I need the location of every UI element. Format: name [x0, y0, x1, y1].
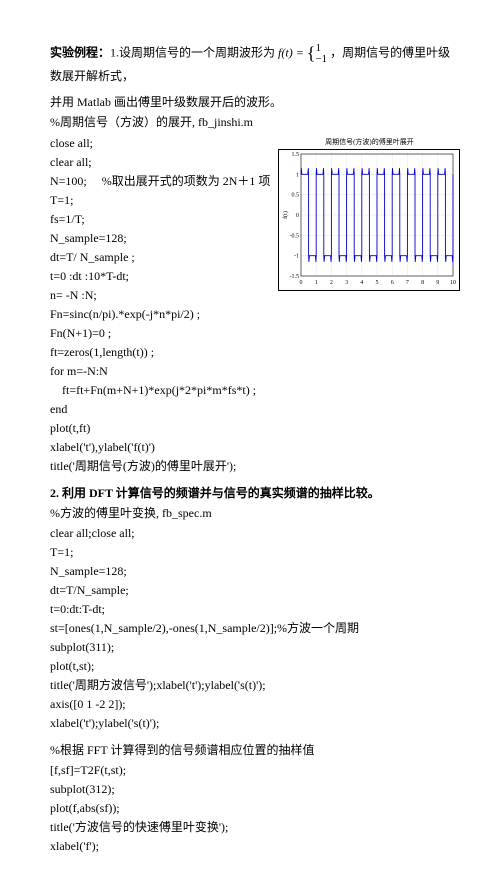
code-line: xlabel('f');	[50, 837, 454, 855]
code-line: dt=T/N_sample;	[50, 581, 454, 599]
code-line: xlabel('t'),ylabel('f(t)')	[50, 438, 270, 456]
code-line: n= -N :N;	[50, 286, 270, 304]
code-line: dt=T/ N_sample ;	[50, 248, 270, 266]
code-line: plot(t,ft)	[50, 419, 270, 437]
svg-text:3: 3	[346, 280, 349, 286]
code-line: ft=ft+Fn(m+N+1)*exp(j*2*pi*m*fs*t) ;	[50, 381, 270, 399]
svg-text:-0.5: -0.5	[290, 233, 300, 239]
svg-text:8: 8	[422, 280, 425, 286]
svg-text:-1.5: -1.5	[290, 274, 300, 280]
code-line: fs=1/T;	[50, 210, 270, 228]
code-line: t=0 :dt :10*T-dt;	[50, 267, 270, 285]
code-line: close all;	[50, 134, 270, 152]
brace-icon: {	[307, 40, 316, 67]
svg-text:2: 2	[330, 280, 333, 286]
code-line: clear all;close all;	[50, 524, 454, 542]
heading-label: 实验例程：	[50, 45, 110, 59]
section1-comment: %周期信号（方波）的展开, fb_jinshi.m	[50, 113, 454, 131]
code-line: st=[ones(1,N_sample/2),-ones(1,N_sample/…	[50, 619, 454, 637]
code-line: ft=zeros(1,length(t)) ;	[50, 343, 270, 361]
svg-text:1: 1	[296, 172, 299, 178]
svg-text:1.5: 1.5	[292, 152, 300, 158]
code-line: xlabel('t');ylabel('s(t)');	[50, 714, 454, 732]
code-line: N_sample=128;	[50, 562, 454, 580]
svg-text:5: 5	[376, 280, 379, 286]
svg-text:0: 0	[296, 213, 299, 219]
intro-line: 并用 Matlab 画出傅里叶级数展开后的波形。	[50, 93, 454, 111]
code-line: Fn=sinc(n/pi).*exp(-j*n*pi/2) ;	[50, 305, 270, 323]
svg-text:10: 10	[450, 280, 456, 286]
code-line: end	[50, 400, 270, 418]
code-line: T=1;	[50, 191, 270, 209]
heading-text-1: 1.设周期信号的一个周期波形为	[110, 45, 275, 59]
chart-container: 周期信号(方波)的傅里叶展开 0 1 2 3 4 5 6 7 8 9 10 -1.5 -1 -0.5 0 0.…	[278, 137, 460, 291]
formula-lhs: f(t) =	[278, 45, 307, 59]
code-line: title('方波信号的快速傅里叶变换');	[50, 818, 454, 836]
svg-text:0: 0	[300, 280, 303, 286]
section2-comment: %方波的傅里叶变换, fb_spec.m	[50, 504, 454, 522]
svg-text:9: 9	[437, 280, 440, 286]
svg-text:7: 7	[406, 280, 409, 286]
code-line: axis([0 1 -2 2]);	[50, 695, 454, 713]
section2-heading: 2. 利用 DFT 计算信号的频谱并与信号的真实频谱的抽样比较。	[50, 484, 454, 502]
code-line: subplot(312);	[50, 780, 454, 798]
chart-plot: 0 1 2 3 4 5 6 7 8 9 10 -1.5 -1 -0.5 0 0.5 1 1.5 f(t)	[278, 149, 460, 291]
code-line: clear all;	[50, 153, 270, 171]
code-line: t=0:dt:T-dt;	[50, 600, 454, 618]
svg-text:6: 6	[391, 280, 394, 286]
code-block-2: clear all;close all;T=1;N_sample=128;dt=…	[50, 524, 454, 732]
svg-text:f(t): f(t)	[282, 211, 289, 219]
svg-text:0.5: 0.5	[292, 192, 300, 198]
code-line: title('周期信号(方波)的傅里叶展开');	[50, 457, 270, 475]
code-line: for m=-N:N	[50, 362, 270, 380]
code-line: subplot(311);	[50, 638, 454, 656]
code-block-1: close all;clear all;N=100; %取出展开式的项数为 2N…	[50, 133, 270, 476]
code-line: T=1;	[50, 543, 454, 561]
code-line: title('周期方波信号');xlabel('t');ylabel('s(t)…	[50, 676, 454, 694]
svg-text:4: 4	[361, 280, 364, 286]
section3-comment: %根据 FFT 计算得到的信号频谱相应位置的抽样值	[50, 741, 454, 759]
code-line: [f,sf]=T2F(t,st);	[50, 761, 454, 779]
svg-text:-1: -1	[294, 253, 299, 259]
code-line: N=100; %取出展开式的项数为 2N＋1 项	[50, 172, 270, 190]
code-line: plot(t,st);	[50, 657, 454, 675]
heading-line: 实验例程：1.设周期信号的一个周期波形为 f(t) = {1−1 ，周期信号的傅…	[50, 40, 454, 85]
code-line: plot(f,abs(sf));	[50, 799, 454, 817]
code-line: N_sample=128;	[50, 229, 270, 247]
chart-title: 周期信号(方波)的傅里叶展开	[278, 137, 460, 148]
piecewise-values: 1−1	[315, 43, 327, 65]
code-line: Fn(N+1)=0 ;	[50, 324, 270, 342]
code-block-3: [f,sf]=T2F(t,st);subplot(312);plot(f,abs…	[50, 761, 454, 855]
svg-text:1: 1	[315, 280, 318, 286]
